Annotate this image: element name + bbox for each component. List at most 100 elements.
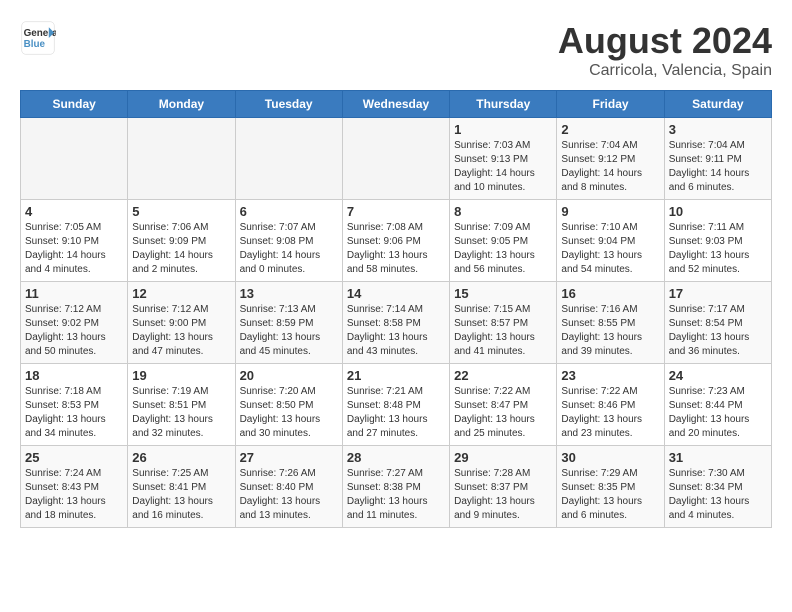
calendar-cell: 26Sunrise: 7:25 AM Sunset: 8:41 PM Dayli… [128, 446, 235, 528]
calendar-cell: 5 Sunrise: 7:06 AM Sunset: 9:09 PM Daylig… [128, 200, 235, 282]
calendar-cell: 21 Sunrise: 7:21 AM Sunset: 8:48 PM Dayli… [342, 364, 449, 446]
day-info: Sunrise: 7:11 AM Sunset: 9:03 PM Dayligh… [669, 221, 767, 277]
day-info: Sunrise: 7:15 AM Sunset: 8:57 PM Dayligh… [454, 303, 552, 359]
day-info: Sunrise: 7:21 AM Sunset: 8:48 PM Dayligh… [347, 385, 445, 441]
day-number: 28 [347, 450, 445, 465]
subtitle: Carricola, Valencia, Spain [558, 62, 772, 80]
weekday-header-thursday: Thursday [450, 91, 557, 118]
calendar-cell: 18 Sunrise: 7:18 AM Sunset: 8:53 PM Dayli… [21, 364, 128, 446]
calendar-cell: 23Sunrise: 7:22 AM Sunset: 8:46 PM Dayli… [557, 364, 664, 446]
day-info: Sunrise: 7:07 AM Sunset: 9:08 PM Dayligh… [240, 221, 338, 277]
calendar-cell: 25Sunrise: 7:24 AM Sunset: 8:43 PM Dayli… [21, 446, 128, 528]
weekday-header-wednesday: Wednesday [342, 91, 449, 118]
day-info: Sunrise: 7:26 AM Sunset: 8:40 PM Dayligh… [240, 467, 338, 523]
day-number: 3 [669, 122, 767, 137]
calendar-cell: 13 Sunrise: 7:13 AM Sunset: 8:59 PM Dayli… [235, 282, 342, 364]
calendar-cell: 17 Sunrise: 7:17 AM Sunset: 8:54 PM Dayli… [664, 282, 771, 364]
calendar-cell: 16 Sunrise: 7:16 AM Sunset: 8:55 PM Dayli… [557, 282, 664, 364]
calendar-body: 1 Sunrise: 7:03 AM Sunset: 9:13 PM Daylig… [21, 118, 772, 528]
day-info: Sunrise: 7:22 AM Sunset: 8:47 PM Dayligh… [454, 385, 552, 441]
calendar-week-3: 11 Sunrise: 7:12 AM Sunset: 9:02 PM Dayli… [21, 282, 772, 364]
calendar-cell: 27 Sunrise: 7:26 AM Sunset: 8:40 PM Dayli… [235, 446, 342, 528]
day-number: 8 [454, 204, 552, 219]
day-number: 12 [132, 286, 230, 301]
calendar-cell: 28 Sunrise: 7:27 AM Sunset: 8:38 PM Dayli… [342, 446, 449, 528]
calendar-cell: 29 Sunrise: 7:28 AM Sunset: 8:37 PM Dayli… [450, 446, 557, 528]
day-info: Sunrise: 7:05 AM Sunset: 9:10 PM Dayligh… [25, 221, 123, 277]
calendar-cell: 8 Sunrise: 7:09 AM Sunset: 9:05 PM Daylig… [450, 200, 557, 282]
calendar-cell: 15Sunrise: 7:15 AM Sunset: 8:57 PM Dayli… [450, 282, 557, 364]
weekday-header-sunday: Sunday [21, 91, 128, 118]
day-number: 20 [240, 368, 338, 383]
day-number: 22 [454, 368, 552, 383]
calendar-cell: 2 Sunrise: 7:04 AM Sunset: 9:12 PM Daylig… [557, 118, 664, 200]
day-number: 11 [25, 286, 123, 301]
calendar-cell: 31Sunrise: 7:30 AM Sunset: 8:34 PM Dayli… [664, 446, 771, 528]
calendar-cell: 1 Sunrise: 7:03 AM Sunset: 9:13 PM Daylig… [450, 118, 557, 200]
weekday-header-row: SundayMondayTuesdayWednesdayThursdayFrid… [21, 91, 772, 118]
day-info: Sunrise: 7:06 AM Sunset: 9:09 PM Dayligh… [132, 221, 230, 277]
day-number: 2 [561, 122, 659, 137]
day-number: 6 [240, 204, 338, 219]
page-header: General Blue August 2024 Carricola, Vale… [20, 20, 772, 80]
calendar-cell: 6 Sunrise: 7:07 AM Sunset: 9:08 PM Daylig… [235, 200, 342, 282]
day-number: 25 [25, 450, 123, 465]
weekday-header-tuesday: Tuesday [235, 91, 342, 118]
title-area: August 2024 Carricola, Valencia, Spain [558, 20, 772, 80]
day-number: 17 [669, 286, 767, 301]
svg-text:Blue: Blue [24, 39, 46, 50]
day-info: Sunrise: 7:20 AM Sunset: 8:50 PM Dayligh… [240, 385, 338, 441]
day-number: 24 [669, 368, 767, 383]
weekday-header-monday: Monday [128, 91, 235, 118]
day-info: Sunrise: 7:28 AM Sunset: 8:37 PM Dayligh… [454, 467, 552, 523]
day-number: 1 [454, 122, 552, 137]
day-number: 4 [25, 204, 123, 219]
calendar-cell: 11 Sunrise: 7:12 AM Sunset: 9:02 PM Dayli… [21, 282, 128, 364]
day-number: 16 [561, 286, 659, 301]
calendar-cell [342, 118, 449, 200]
day-number: 19 [132, 368, 230, 383]
day-info: Sunrise: 7:04 AM Sunset: 9:11 PM Dayligh… [669, 139, 767, 195]
calendar-week-1: 1 Sunrise: 7:03 AM Sunset: 9:13 PM Daylig… [21, 118, 772, 200]
calendar-cell: 9Sunrise: 7:10 AM Sunset: 9:04 PM Daylig… [557, 200, 664, 282]
day-info: Sunrise: 7:17 AM Sunset: 8:54 PM Dayligh… [669, 303, 767, 359]
calendar-cell [128, 118, 235, 200]
day-number: 29 [454, 450, 552, 465]
calendar-cell: 10 Sunrise: 7:11 AM Sunset: 9:03 PM Dayli… [664, 200, 771, 282]
day-info: Sunrise: 7:16 AM Sunset: 8:55 PM Dayligh… [561, 303, 659, 359]
day-number: 10 [669, 204, 767, 219]
calendar-cell: 19Sunrise: 7:19 AM Sunset: 8:51 PM Dayli… [128, 364, 235, 446]
calendar-cell: 30Sunrise: 7:29 AM Sunset: 8:35 PM Dayli… [557, 446, 664, 528]
calendar-week-4: 18 Sunrise: 7:18 AM Sunset: 8:53 PM Dayli… [21, 364, 772, 446]
calendar-cell: 4 Sunrise: 7:05 AM Sunset: 9:10 PM Daylig… [21, 200, 128, 282]
calendar-cell [21, 118, 128, 200]
day-number: 13 [240, 286, 338, 301]
day-info: Sunrise: 7:04 AM Sunset: 9:12 PM Dayligh… [561, 139, 659, 195]
day-info: Sunrise: 7:10 AM Sunset: 9:04 PM Dayligh… [561, 221, 659, 277]
calendar-cell [235, 118, 342, 200]
calendar-cell: 20 Sunrise: 7:20 AM Sunset: 8:50 PM Dayli… [235, 364, 342, 446]
day-info: Sunrise: 7:08 AM Sunset: 9:06 PM Dayligh… [347, 221, 445, 277]
calendar-week-5: 25Sunrise: 7:24 AM Sunset: 8:43 PM Dayli… [21, 446, 772, 528]
day-info: Sunrise: 7:27 AM Sunset: 8:38 PM Dayligh… [347, 467, 445, 523]
calendar-cell: 12 Sunrise: 7:12 AM Sunset: 9:00 PM Dayli… [128, 282, 235, 364]
day-number: 21 [347, 368, 445, 383]
day-number: 5 [132, 204, 230, 219]
calendar-cell: 24Sunrise: 7:23 AM Sunset: 8:44 PM Dayli… [664, 364, 771, 446]
day-number: 18 [25, 368, 123, 383]
day-info: Sunrise: 7:18 AM Sunset: 8:53 PM Dayligh… [25, 385, 123, 441]
day-info: Sunrise: 7:13 AM Sunset: 8:59 PM Dayligh… [240, 303, 338, 359]
day-info: Sunrise: 7:12 AM Sunset: 9:02 PM Dayligh… [25, 303, 123, 359]
day-info: Sunrise: 7:12 AM Sunset: 9:00 PM Dayligh… [132, 303, 230, 359]
day-info: Sunrise: 7:03 AM Sunset: 9:13 PM Dayligh… [454, 139, 552, 195]
day-number: 26 [132, 450, 230, 465]
day-number: 31 [669, 450, 767, 465]
day-info: Sunrise: 7:09 AM Sunset: 9:05 PM Dayligh… [454, 221, 552, 277]
day-number: 30 [561, 450, 659, 465]
day-number: 27 [240, 450, 338, 465]
day-info: Sunrise: 7:14 AM Sunset: 8:58 PM Dayligh… [347, 303, 445, 359]
calendar-cell: 22 Sunrise: 7:22 AM Sunset: 8:47 PM Dayli… [450, 364, 557, 446]
calendar-cell: 14Sunrise: 7:14 AM Sunset: 8:58 PM Dayli… [342, 282, 449, 364]
calendar-cell: 7Sunrise: 7:08 AM Sunset: 9:06 PM Daylig… [342, 200, 449, 282]
weekday-header-friday: Friday [557, 91, 664, 118]
